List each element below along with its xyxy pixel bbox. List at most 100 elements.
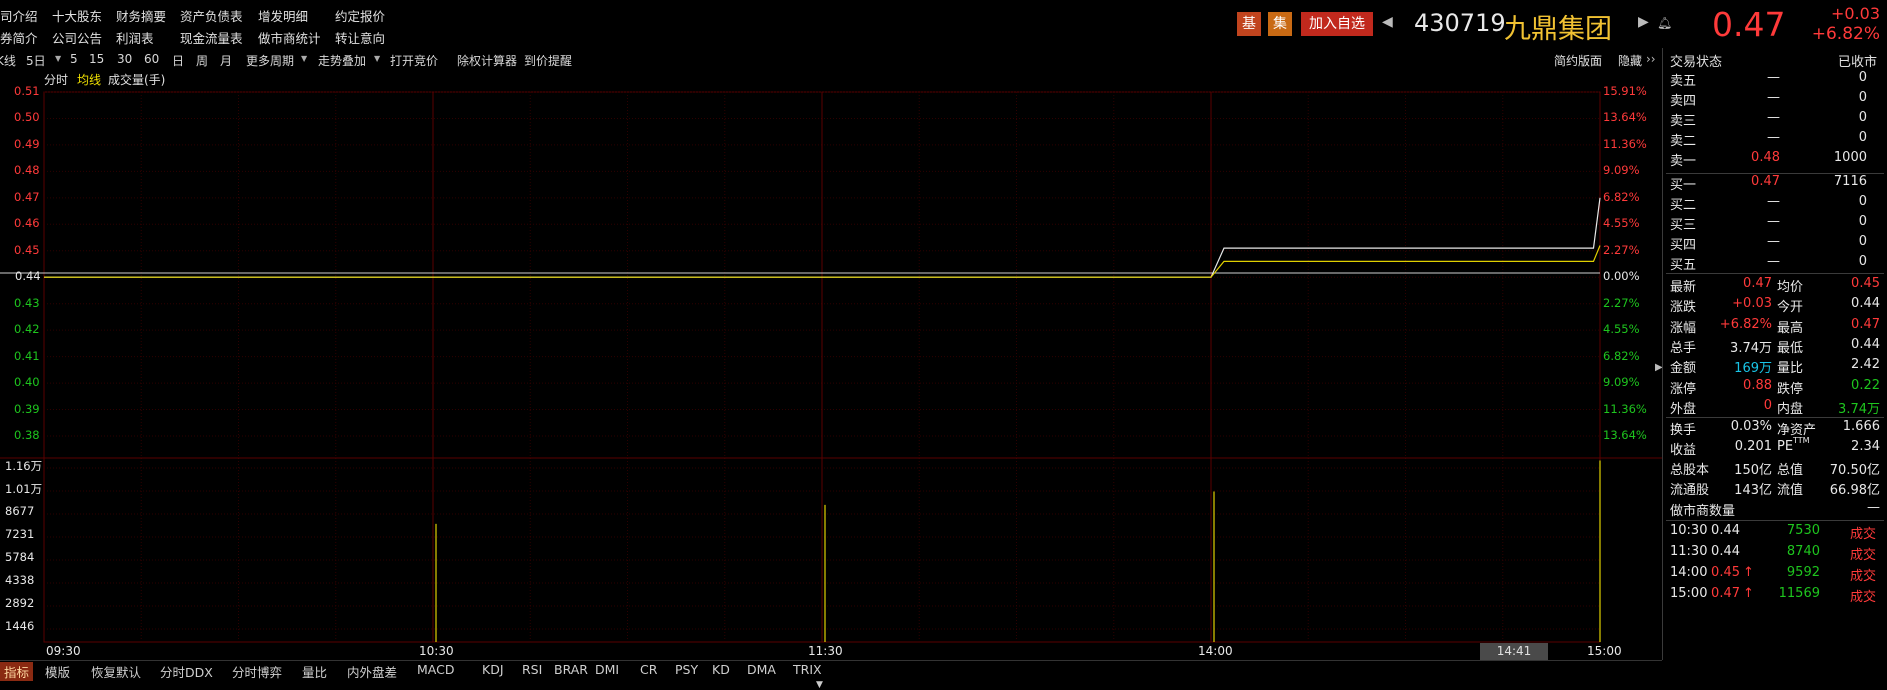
bid-volume: 7116 bbox=[1833, 174, 1867, 189]
indicator-tab[interactable]: 恢复默认 bbox=[91, 662, 141, 681]
indicator-tab[interactable]: 量比 bbox=[302, 662, 327, 681]
volume-axis-label: 2892 bbox=[5, 596, 35, 610]
stat-label: 涨停 bbox=[1670, 381, 1697, 397]
stat-label: 收益 bbox=[1670, 443, 1697, 458]
volume-axis-label: 4338 bbox=[5, 573, 35, 587]
price-axis-label: 0.50 bbox=[14, 110, 40, 125]
pct-axis-label: 4.55% bbox=[1603, 322, 1640, 337]
volume-axis-label: 8677 bbox=[5, 504, 35, 518]
ask-volume: 0 bbox=[1858, 130, 1867, 145]
trade-type: 成交 bbox=[1850, 590, 1877, 605]
stat-label: PE bbox=[1777, 439, 1794, 454]
volume-axis-label: 5784 bbox=[5, 550, 35, 564]
indicator-tab[interactable]: DMA bbox=[747, 662, 776, 677]
bid-price: — bbox=[1767, 214, 1780, 229]
trade-status-label: 交易状态 bbox=[1670, 55, 1723, 70]
bid-price: — bbox=[1767, 254, 1780, 269]
price-axis-label: 0.45 bbox=[14, 242, 40, 257]
pct-axis-label: 11.36% bbox=[1603, 401, 1647, 416]
price-change-pct: +6.82% bbox=[1811, 24, 1880, 44]
price-axis-label: 0.38 bbox=[14, 428, 40, 442]
price-axis-label: 0.40 bbox=[14, 375, 40, 390]
ask-price: 0.48 bbox=[1751, 150, 1780, 165]
indicator-tab[interactable]: TRIX bbox=[793, 662, 822, 677]
trade-status-value: 已收市 bbox=[1838, 55, 1878, 70]
cursor-time-label: 14:41 bbox=[1480, 643, 1548, 660]
indicator-tab[interactable]: 模版 bbox=[45, 662, 70, 681]
stat-value: 70.50亿 bbox=[1829, 463, 1880, 478]
indicator-tab[interactable]: 指标 bbox=[0, 662, 34, 681]
bid-volume: 0 bbox=[1858, 194, 1867, 209]
trade-price: 0.47 bbox=[1711, 586, 1740, 601]
trade-volume: 9592 bbox=[1786, 565, 1820, 580]
ask-volume: 0 bbox=[1858, 110, 1867, 125]
bid-price: 0.47 bbox=[1751, 174, 1780, 189]
trade-up-arrow-icon: ↑ bbox=[1743, 586, 1754, 601]
price-axis-label: 0.49 bbox=[14, 136, 40, 151]
last-price: 0.47 bbox=[1712, 5, 1786, 44]
price-axis-label: 0.44 bbox=[15, 269, 41, 284]
stat-value: 0.22 bbox=[1851, 377, 1880, 393]
volume-axis-label: 7231 bbox=[5, 527, 35, 541]
pct-axis-label: 0.00% bbox=[1603, 269, 1640, 284]
ask-level-label: 卖二 bbox=[1670, 134, 1697, 149]
price-axis-label: 0.41 bbox=[14, 348, 40, 363]
trade-type: 成交 bbox=[1850, 548, 1877, 563]
ask-level-label: 卖三 bbox=[1670, 114, 1697, 129]
volume-axis-label: 1.16万 bbox=[5, 459, 43, 473]
trade-volume: 8740 bbox=[1786, 544, 1820, 559]
ask-price: — bbox=[1767, 70, 1780, 85]
pct-axis-label: 4.55% bbox=[1603, 216, 1640, 231]
intraday-chart[interactable] bbox=[0, 0, 1662, 660]
pct-axis-label: 13.64% bbox=[1603, 428, 1647, 442]
ask-volume: 1000 bbox=[1833, 150, 1867, 165]
stat-value: 66.98亿 bbox=[1829, 483, 1880, 498]
ask-volume: 0 bbox=[1858, 70, 1867, 85]
stat-value: 2.34 bbox=[1851, 439, 1880, 454]
trade-price: 0.45 bbox=[1711, 565, 1740, 580]
bid-volume: 0 bbox=[1858, 254, 1867, 269]
stat-value: 0.45 bbox=[1851, 276, 1880, 291]
stat-value: 2.42 bbox=[1851, 357, 1880, 373]
stat-value: 3.74万 bbox=[1730, 340, 1772, 356]
stat-value: 3.74万 bbox=[1838, 401, 1880, 417]
trade-price: 0.44 bbox=[1711, 523, 1740, 538]
pct-axis-label: 6.82% bbox=[1603, 348, 1640, 363]
stat-label: 外盘 bbox=[1670, 401, 1697, 417]
bid-price: — bbox=[1767, 194, 1780, 209]
indicator-tab[interactable]: CR bbox=[640, 662, 657, 677]
stat-label: 涨幅 bbox=[1670, 320, 1697, 336]
stat-value: 0.201 bbox=[1734, 439, 1772, 454]
time-axis-label: 11:30 bbox=[808, 644, 843, 658]
separator bbox=[1666, 417, 1884, 418]
separator bbox=[1666, 273, 1884, 274]
pct-axis-label: 13.64% bbox=[1603, 110, 1647, 125]
stat-value: 143亿 bbox=[1734, 483, 1772, 498]
price-change: +0.03 bbox=[1830, 4, 1880, 23]
ask-price: — bbox=[1767, 110, 1780, 125]
bid-volume: 0 bbox=[1858, 234, 1867, 249]
indicator-tab[interactable]: 分时DDX bbox=[160, 662, 213, 681]
indicator-tab[interactable]: BRAR bbox=[554, 662, 588, 677]
indicator-tab[interactable]: RSI bbox=[522, 662, 542, 677]
stat-value: 1.666 bbox=[1842, 419, 1880, 434]
trade-volume: 11569 bbox=[1778, 586, 1820, 601]
bid-level-label: 买三 bbox=[1670, 218, 1697, 233]
bid-level-label: 买五 bbox=[1670, 258, 1697, 273]
indicator-tab[interactable]: MACD bbox=[417, 662, 454, 677]
indicator-tab[interactable]: KDJ bbox=[482, 662, 504, 677]
separator bbox=[1666, 520, 1884, 521]
indicator-tab[interactable]: DMI bbox=[595, 662, 619, 677]
indicator-tab[interactable]: KD bbox=[712, 662, 730, 677]
stat-value: 0.47 bbox=[1851, 316, 1880, 332]
indicator-tab[interactable]: 分时博弈 bbox=[232, 662, 282, 681]
indicator-tab[interactable]: 内外盘差 bbox=[347, 662, 397, 681]
pct-axis-label: 2.27% bbox=[1603, 242, 1640, 257]
pct-axis-label: 9.09% bbox=[1603, 163, 1640, 178]
ask-level-label: 卖五 bbox=[1670, 74, 1697, 89]
market-maker-value: — bbox=[1867, 500, 1880, 515]
scroll-down-icon[interactable]: ▼ bbox=[816, 680, 823, 690]
indicator-tab[interactable]: PSY bbox=[675, 662, 698, 677]
stat-value: 0.88 bbox=[1743, 377, 1772, 393]
price-axis-label: 0.46 bbox=[14, 216, 40, 231]
